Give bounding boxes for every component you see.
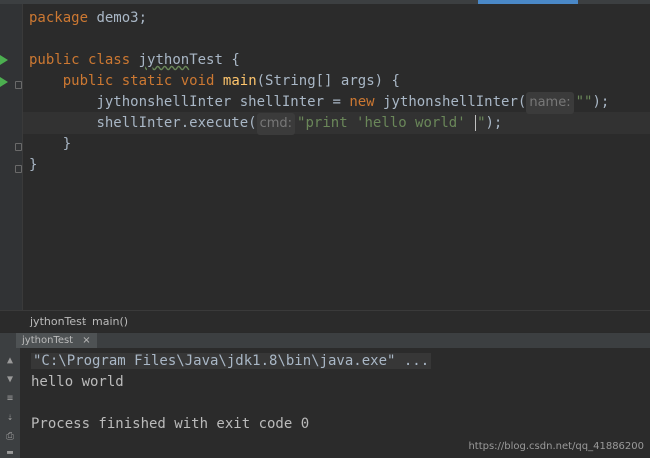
code-text: { — [222, 52, 240, 68]
fold-icon[interactable] — [15, 81, 22, 89]
console-command-line: "C:\Program Files\Java\jdk1.8\bin\java.e… — [31, 351, 432, 371]
keyword: public — [29, 52, 80, 68]
code-text: } — [62, 136, 72, 152]
text-caret — [475, 115, 477, 131]
parameter-hint: cmd: — [256, 113, 296, 135]
breadcrumb: jythonTest › main() — [0, 310, 650, 333]
console-output-line: hello world — [31, 374, 124, 390]
code-line-1[interactable]: package demo3; — [29, 7, 147, 29]
scroll-end-icon[interactable]: ⇣ — [4, 413, 16, 423]
keyword: package — [29, 10, 89, 26]
keyword: void — [180, 73, 215, 89]
method-name: main — [222, 73, 257, 89]
class-name-suffix: Test — [189, 52, 223, 68]
code-text: demo3; — [88, 10, 148, 26]
string-literal: "print 'hello world' — [297, 115, 475, 131]
code-line-3[interactable]: public class jythonTest { — [29, 49, 240, 71]
run-tab-label: jythonTest — [22, 335, 74, 346]
trash-icon[interactable]: ▬ — [4, 448, 16, 458]
string-literal: " — [477, 115, 486, 131]
code-line-7[interactable]: } — [29, 133, 71, 155]
breadcrumb-class[interactable]: jythonTest — [30, 311, 86, 333]
run-gutter-icon[interactable] — [0, 77, 8, 87]
up-arrow-icon[interactable]: ▲ — [4, 356, 16, 366]
code-text: jythonshellInter shellInter = — [96, 94, 350, 110]
code-editor[interactable]: package demo3; public class jythonTest {… — [23, 4, 650, 310]
code-text: ); — [485, 115, 503, 131]
print-icon[interactable]: ⎙ — [4, 432, 16, 442]
run-tab-bar: jythonTest × — [0, 332, 650, 349]
code-text: jythonshellInter( — [374, 94, 527, 110]
code-line-8[interactable]: } — [29, 154, 37, 176]
code-text: (String[] args) { — [256, 73, 400, 89]
java-command: "C:\Program Files\Java\jdk1.8\bin\java.e… — [31, 353, 432, 369]
keyword: new — [349, 94, 375, 110]
breadcrumb-separator: › — [82, 315, 87, 328]
wrap-icon[interactable]: ≡ — [4, 394, 16, 404]
run-tab[interactable]: jythonTest × — [16, 333, 97, 349]
string-literal: "" — [575, 94, 593, 110]
console-exit-line: Process finished with exit code 0 — [31, 416, 310, 432]
class-name: jython — [138, 52, 190, 68]
code-line-4[interactable]: public static void main(String[] args) { — [29, 70, 400, 92]
keyword: public — [62, 73, 114, 89]
code-text: ); — [592, 94, 610, 110]
down-arrow-icon[interactable]: ▼ — [4, 375, 16, 385]
run-gutter-icon[interactable] — [0, 55, 8, 65]
code-line-6[interactable]: shellInter.execute(cmd: "print 'hello wor… — [29, 112, 503, 135]
fold-icon[interactable] — [15, 143, 22, 151]
code-line-5[interactable]: jythonshellInter shellInter = new jython… — [29, 91, 610, 114]
console-toolbar: ▲ ▼ ≡ ⇣ ⎙ ▬ — [0, 348, 20, 458]
close-icon[interactable]: × — [82, 335, 90, 346]
keyword: static — [121, 73, 173, 89]
code-text: shellInter.execute( — [96, 115, 257, 131]
watermark: https://blog.csdn.net/qq_41886200 — [468, 441, 644, 452]
keyword: class — [88, 52, 131, 68]
breadcrumb-method[interactable]: main() — [92, 311, 128, 333]
code-text: } — [29, 157, 38, 173]
parameter-hint: name: — [526, 92, 574, 114]
fold-icon[interactable] — [15, 165, 22, 173]
editor-gutter — [0, 4, 23, 310]
